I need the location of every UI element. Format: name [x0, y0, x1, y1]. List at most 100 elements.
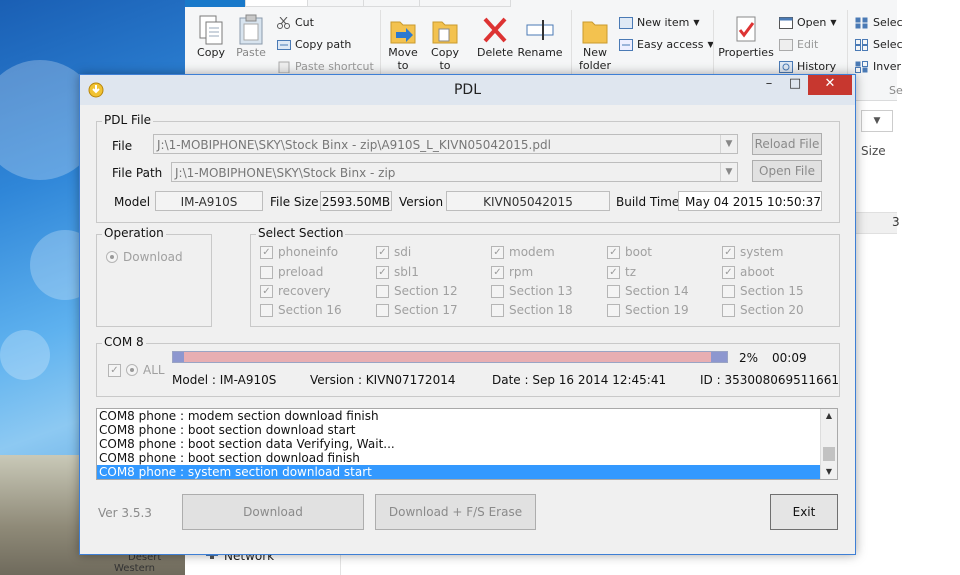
edit-button[interactable]: Edit — [779, 38, 818, 51]
tab-view[interactable] — [363, 0, 421, 7]
checkbox-icon — [260, 303, 273, 317]
section-checkbox[interactable]: ✓ phoneinfo — [260, 245, 338, 259]
section-checkbox[interactable]: ✓ sdi — [376, 245, 411, 259]
section-checkbox[interactable]: ✓ modem — [491, 245, 555, 259]
new-item-button[interactable]: New item ▼ — [619, 16, 700, 29]
file-combobox-value: J:\1-MOBIPHONE\SKY\Stock Binx - zip\A910… — [157, 138, 551, 152]
paste-button[interactable]: Paste — [233, 14, 269, 59]
log-scrollbar[interactable]: ▲ ▼ — [820, 409, 837, 479]
checkbox-icon — [491, 303, 504, 317]
exit-button[interactable]: Exit — [770, 494, 838, 530]
download-fs-erase-button[interactable]: Download + F/S Erase — [375, 494, 536, 530]
scroll-thumb[interactable] — [823, 447, 835, 461]
section-checkbox[interactable]: ✓ system — [722, 245, 783, 259]
open-file-button[interactable]: Open File — [752, 160, 822, 182]
properties-label: Properties — [718, 46, 774, 59]
history-icon — [779, 60, 793, 73]
download-button[interactable]: Download — [182, 494, 364, 530]
reload-file-button[interactable]: Reload File — [752, 133, 822, 155]
log-lines: COM8 phone : modem section download fini… — [97, 409, 837, 479]
copy-to-button[interactable]: Copy to — [427, 14, 463, 72]
scroll-down-icon[interactable]: ▼ — [821, 465, 837, 479]
move-to-button[interactable]: Move to — [385, 14, 421, 72]
scroll-up-icon[interactable]: ▲ — [821, 409, 837, 423]
log-line[interactable]: COM8 phone : boot section data Verifying… — [97, 437, 820, 451]
section-checkbox[interactable]: Section 13 — [491, 284, 573, 298]
properties-icon — [731, 14, 761, 44]
checkbox-icon — [607, 284, 620, 298]
open-button[interactable]: Open ▼ — [779, 16, 837, 29]
section-checkbox-label: rpm — [509, 265, 534, 279]
invert-selection-label: Inver — [873, 60, 902, 73]
chevron-down-icon[interactable]: ▼ — [720, 163, 737, 181]
section-checkbox[interactable]: Section 12 — [376, 284, 458, 298]
log-line[interactable]: COM8 phone : modem section download fini… — [97, 409, 820, 423]
select-all-button[interactable]: Selec — [855, 16, 903, 29]
section-checkbox[interactable]: ✓ boot — [607, 245, 652, 259]
cut-button[interactable]: Cut — [277, 16, 314, 29]
phone-date: Date : Sep 16 2014 12:45:41 — [492, 373, 667, 387]
tab-share[interactable] — [307, 0, 365, 7]
section-checkbox[interactable]: ✓ aboot — [722, 265, 774, 279]
log-line[interactable]: COM8 phone : boot section download finis… — [97, 451, 820, 465]
rename-button[interactable]: Rename — [517, 14, 563, 59]
copy-button[interactable]: Copy — [193, 14, 229, 59]
close-button[interactable]: ✕ — [808, 75, 852, 95]
easy-access-button[interactable]: Easy access ▼ — [619, 38, 714, 51]
log-listbox[interactable]: COM8 phone : modem section download fini… — [96, 408, 838, 480]
tab-file[interactable] — [185, 0, 247, 7]
section-checkbox[interactable]: Section 16 — [260, 303, 342, 317]
history-button[interactable]: History — [779, 60, 836, 73]
copy-path-label: Copy path — [295, 38, 352, 51]
select-none-button[interactable]: Selec — [855, 38, 903, 51]
maximize-button[interactable]: □ — [782, 75, 808, 95]
delete-button[interactable]: Delete — [477, 14, 513, 59]
section-checkbox[interactable]: preload — [260, 265, 323, 279]
section-checkbox[interactable]: Section 20 — [722, 303, 804, 317]
minimize-button[interactable]: – — [756, 75, 782, 95]
history-label: History — [797, 60, 837, 73]
rename-label: Rename — [517, 46, 563, 59]
section-checkbox-label: boot — [625, 245, 653, 259]
tab-manage[interactable] — [419, 0, 511, 7]
paste-shortcut-button[interactable]: Paste shortcut — [277, 60, 374, 73]
log-line[interactable]: COM8 phone : system section download sta… — [97, 465, 820, 479]
file-row[interactable]: 3 — [854, 212, 900, 234]
section-checkbox[interactable]: ✓ sbl1 — [376, 265, 419, 279]
copy-path-button[interactable]: Copy path — [277, 38, 351, 51]
file-combobox[interactable]: J:\1-MOBIPHONE\SKY\Stock Binx - zip\A910… — [153, 134, 738, 154]
size-column-header[interactable]: Size — [861, 144, 886, 158]
section-checkbox[interactable]: ✓ recovery — [260, 284, 331, 298]
invert-selection-button[interactable]: Inver — [855, 60, 901, 73]
operation-group — [96, 234, 212, 327]
pdl-dialog: PDL – □ ✕ PDL File File J:\1-MOBIPHONE\S… — [79, 74, 856, 555]
new-item-label: New item — [637, 16, 690, 29]
select-none-label: Selec — [873, 38, 903, 51]
section-checkbox-label: Section 18 — [509, 303, 573, 317]
properties-button[interactable]: Properties — [717, 14, 775, 59]
open-label: Open — [797, 16, 827, 29]
section-checkbox[interactable]: Section 15 — [722, 284, 804, 298]
checked-checkbox-icon: ✓ — [722, 265, 735, 279]
download-radio[interactable]: Download — [106, 250, 183, 264]
section-checkbox[interactable]: ✓ tz — [607, 265, 636, 279]
tab-home[interactable] — [245, 0, 309, 7]
file-path-combobox[interactable]: J:\1-MOBIPHONE\SKY\Stock Binx - zip ▼ — [171, 162, 738, 182]
file-label: File — [112, 139, 133, 153]
invert-selection-icon — [855, 60, 869, 73]
phone-id: ID : 353008069511661 — [700, 373, 839, 387]
address-dropdown[interactable]: ▼ — [861, 110, 893, 132]
log-line[interactable]: COM8 phone : boot section download start — [97, 423, 820, 437]
section-checkbox[interactable]: Section 14 — [607, 284, 689, 298]
section-checkbox[interactable]: Section 18 — [491, 303, 573, 317]
com-port-group-title: COM 8 — [102, 335, 146, 349]
checkbox-icon — [260, 265, 273, 279]
chevron-down-icon[interactable]: ▼ — [720, 135, 737, 153]
section-checkbox[interactable]: Section 17 — [376, 303, 458, 317]
checked-checkbox-icon: ✓ — [607, 265, 620, 279]
new-folder-button[interactable]: New folder — [575, 14, 615, 72]
section-checkbox[interactable]: Section 19 — [607, 303, 689, 317]
all-checkbox[interactable]: ✓ ALL — [108, 363, 165, 377]
open-icon — [779, 16, 793, 29]
section-checkbox[interactable]: ✓ rpm — [491, 265, 533, 279]
